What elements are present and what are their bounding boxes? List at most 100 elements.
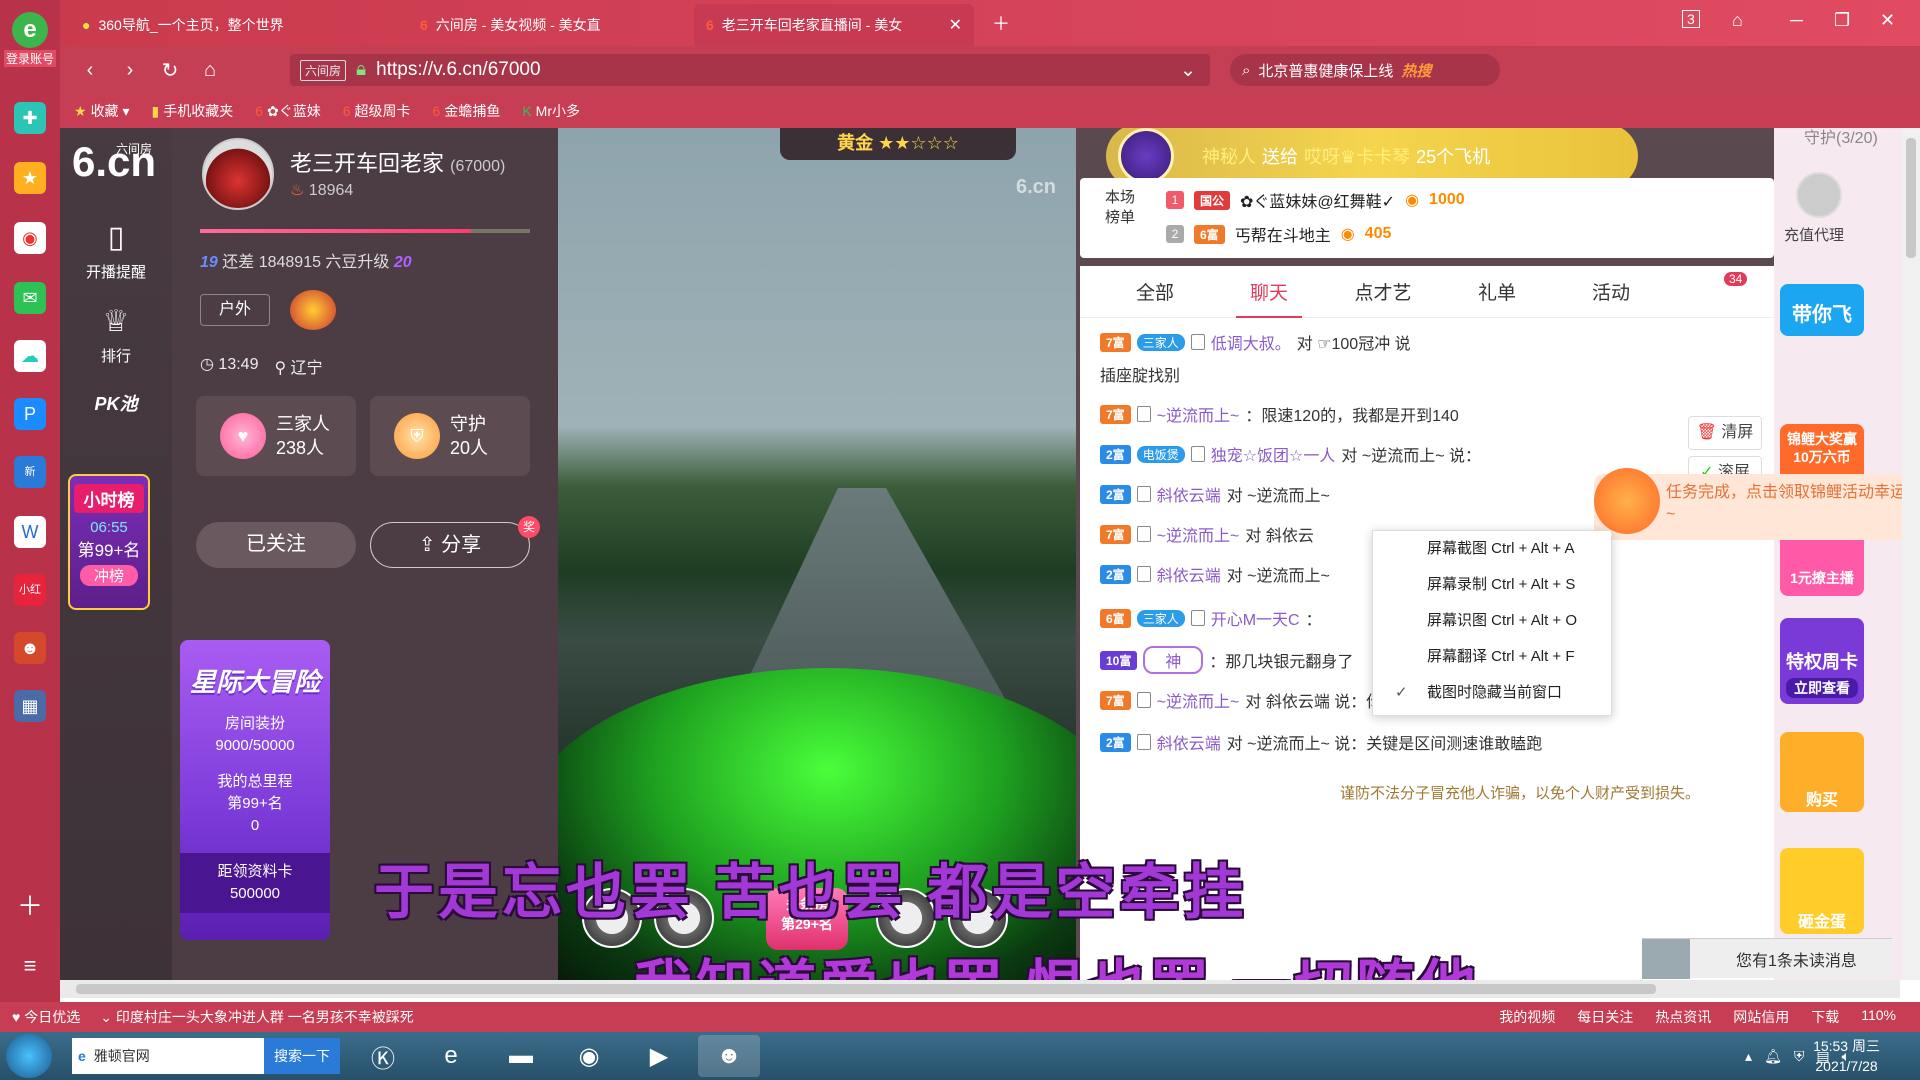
taskbar-search-text[interactable]: 雅顿官网 — [94, 1046, 150, 1066]
bookmark-mrxiaoduo[interactable]: K Mr小多 — [522, 101, 580, 121]
menu-item-screen-translate[interactable]: 屏幕翻译 Ctrl + Alt + F — [1373, 639, 1611, 675]
chevron-down-icon[interactable]: ⌄ — [1180, 59, 1196, 82]
leaderboard-row[interactable]: 2 6富 丐帮在斗地主 ◉ 405 — [1166, 222, 1391, 246]
forward-icon[interactable]: › — [110, 59, 150, 82]
login-account-label[interactable]: 登录账号 — [4, 50, 56, 67]
fly-with-you-card[interactable]: 带你飞 — [1780, 284, 1864, 336]
chat-user[interactable]: 斜依云端 — [1157, 562, 1221, 586]
hour-rank-widget[interactable]: 小时榜 06:55 第99+名 冲榜 — [68, 474, 150, 610]
folder-icon[interactable]: ▬ — [490, 1035, 552, 1077]
share-button[interactable]: ⇪ 分享 — [370, 522, 530, 568]
new-tab-button[interactable]: ＋ — [992, 10, 1010, 36]
menu-item-screenshot[interactable]: 屏幕截图 Ctrl + Alt + A — [1373, 531, 1611, 567]
tab-360-nav[interactable]: ● 360导航_一个主页，整个世界 — [70, 4, 330, 46]
nav-live-remind[interactable]: ▯ 开播提醒 — [60, 220, 172, 282]
nav-ranking[interactable]: ♕ 排行 — [60, 304, 172, 366]
task-complete-popup[interactable]: 任务完成，点击领取锦鲤活动幸运码~ — [1594, 468, 1920, 540]
vertical-scrollbar[interactable] — [1902, 128, 1920, 980]
buy-card[interactable]: 购买 — [1780, 732, 1864, 812]
shirt-icon[interactable]: ⌂ — [1732, 10, 1743, 31]
daily-follow-link[interactable]: 每日关注 — [1577, 1007, 1633, 1027]
guard-box[interactable]: ⛨ 守护 20人 — [370, 396, 530, 476]
site-logo[interactable]: 6.cn 六间房 — [72, 138, 156, 186]
golden-egg-card[interactable]: 砸金蛋 — [1780, 848, 1864, 934]
chat-user[interactable]: 低调大叔。 — [1211, 330, 1291, 354]
unread-message-bar[interactable]: 您有1条未读消息 — [1642, 938, 1892, 979]
chat-user[interactable]: 斜依云端 — [1157, 730, 1221, 754]
doc-icon[interactable]: W — [14, 516, 46, 548]
tab-live-room[interactable]: 6 老三开车回老家直播间 - 美女 ✕ — [694, 4, 974, 46]
tab-gift-list[interactable]: 礼单 — [1440, 278, 1554, 305]
home-icon[interactable]: ⌂ — [190, 59, 230, 82]
nav-pk-pool[interactable]: PK池 — [60, 390, 172, 416]
chat-user[interactable]: 神 — [1143, 646, 1204, 674]
scrollbar-thumb[interactable] — [76, 984, 1656, 994]
kugou-icon[interactable]: Ⓚ — [352, 1035, 414, 1077]
cloud-icon[interactable]: ☁ — [14, 340, 46, 372]
close-window-icon[interactable]: ✕ — [1880, 10, 1895, 31]
taskbar-clock[interactable]: 15:53 周三 2021/7/28 — [1813, 1036, 1880, 1076]
tray-up-icon[interactable]: ▴ — [1745, 1048, 1752, 1065]
privilege-card[interactable]: 特权周卡 立即查看 — [1780, 618, 1864, 704]
tab-6cn-home[interactable]: 6 六间房 - 美女视频 - 美女直 — [408, 4, 668, 46]
chat-user[interactable]: 开心M一天C — [1211, 606, 1300, 630]
bookmark-favorites[interactable]: ★ 收藏 ▾ — [74, 101, 129, 121]
url-text[interactable]: https://v.6.cn/67000 — [376, 59, 540, 81]
today-picks[interactable]: ♥ 今日优选 — [12, 1007, 80, 1027]
menu-item-screen-record[interactable]: 屏幕录制 Ctrl + Alt + S — [1373, 567, 1611, 603]
chat-user[interactable]: ~逆流而上~ — [1157, 402, 1240, 426]
player-icon[interactable]: ▶ — [628, 1035, 690, 1077]
minimize-icon[interactable]: ─ — [1790, 10, 1803, 31]
mail-icon[interactable]: ✉ — [14, 282, 46, 314]
clear-screen-button[interactable]: 🗑︎ 清屏 — [1688, 416, 1762, 450]
rush-rank-button[interactable]: 冲榜 — [80, 565, 138, 586]
search-text[interactable]: 北京普惠健康保上线 — [1258, 60, 1393, 81]
host-avatar[interactable] — [202, 138, 274, 210]
view-now-button[interactable]: 立即查看 — [1786, 678, 1858, 698]
horizontal-scrollbar[interactable] — [60, 980, 1900, 998]
game-icon[interactable]: ☻ — [14, 632, 46, 664]
bell-icon[interactable]: 🔔︎ — [1764, 1048, 1782, 1065]
ie-icon[interactable]: e — [420, 1035, 482, 1077]
site-credit-link[interactable]: 网站信用 — [1733, 1007, 1789, 1027]
address-bar[interactable]: 六间房 🔒︎ https://v.6.cn/67000 ⌄ — [290, 54, 1210, 86]
tab-count[interactable]: 3 — [1682, 10, 1700, 28]
news-ticker[interactable]: ⌄ 印度村庄一头大象冲进人群 一名男孩不幸被踩死 — [100, 1007, 414, 1027]
tab-all[interactable]: 全部 — [1098, 278, 1212, 305]
menu-icon[interactable]: ≡ — [14, 950, 46, 982]
active-app-icon[interactable]: ☻ — [698, 1035, 760, 1077]
chat-user[interactable]: ~逆流而上~ — [1157, 688, 1240, 712]
bookmark-mobile[interactable]: ▮ 手机收藏夹 — [151, 101, 233, 121]
reload-icon[interactable]: ↻ — [150, 58, 190, 83]
browser-360-icon[interactable]: ◉ — [558, 1035, 620, 1077]
bookmark-lanmei[interactable]: 6 ✿ぐ蓝妹 — [255, 101, 321, 121]
family-box[interactable]: ♥ 三家人 238人 — [196, 396, 356, 476]
restore-icon[interactable]: ❐ — [1834, 10, 1850, 31]
shield-icon[interactable]: ⛨ — [1794, 1048, 1805, 1065]
recharge-agent-label[interactable]: 充值代理 — [1784, 224, 1844, 245]
star-adventure-widget[interactable]: 星际大冒险 房间装扮 9000/50000 我的总里程 第99+名 0 距领资料… — [180, 640, 330, 940]
menu-item-image-recognition[interactable]: 屏幕识图 Ctrl + Alt + O — [1373, 603, 1611, 639]
chat-user[interactable]: ~逆流而上~ — [1157, 522, 1240, 546]
taskbar-search-button[interactable]: 搜索一下 — [264, 1038, 340, 1074]
xiaohongshu-icon[interactable]: 小红 — [14, 574, 46, 606]
weibo-icon[interactable]: ◉ — [14, 222, 46, 254]
taskbar-search[interactable]: e 雅顿官网 搜索一下 — [72, 1038, 340, 1074]
close-tab-icon[interactable]: ✕ — [949, 15, 962, 35]
category-tag[interactable]: 户外 — [200, 294, 270, 326]
start-button[interactable] — [6, 1034, 52, 1078]
star-icon[interactable]: ★ — [14, 162, 46, 194]
leaderboard-row[interactable]: 1 国公 ✿ぐ蓝妹妹@红舞鞋✓ ◉ 1000 — [1166, 188, 1465, 212]
my-video-link[interactable]: 我的视频 — [1499, 1007, 1555, 1027]
chat-user[interactable]: 独宠☆饭团☆一人 — [1211, 442, 1336, 466]
scrollbar-thumb[interactable] — [1906, 138, 1916, 258]
bookmark-weekcard[interactable]: 6 超级周卡 — [343, 101, 411, 121]
bookmark-fishing[interactable]: 6 金蟾捕鱼 — [433, 101, 501, 121]
hot-news-link[interactable]: 热点资讯 — [1655, 1007, 1711, 1027]
search-box[interactable]: ⌕ 北京普惠健康保上线 热搜 — [1230, 54, 1500, 86]
add-app-icon[interactable]: ✚ — [14, 102, 46, 134]
tab-activity[interactable]: 活动 — [1554, 278, 1668, 305]
browser-logo[interactable]: e 登录账号 — [4, 12, 56, 67]
trophy-icon[interactable] — [290, 290, 336, 330]
menu-item-hide-window[interactable]: 截图时隐藏当前窗口 — [1373, 675, 1611, 711]
